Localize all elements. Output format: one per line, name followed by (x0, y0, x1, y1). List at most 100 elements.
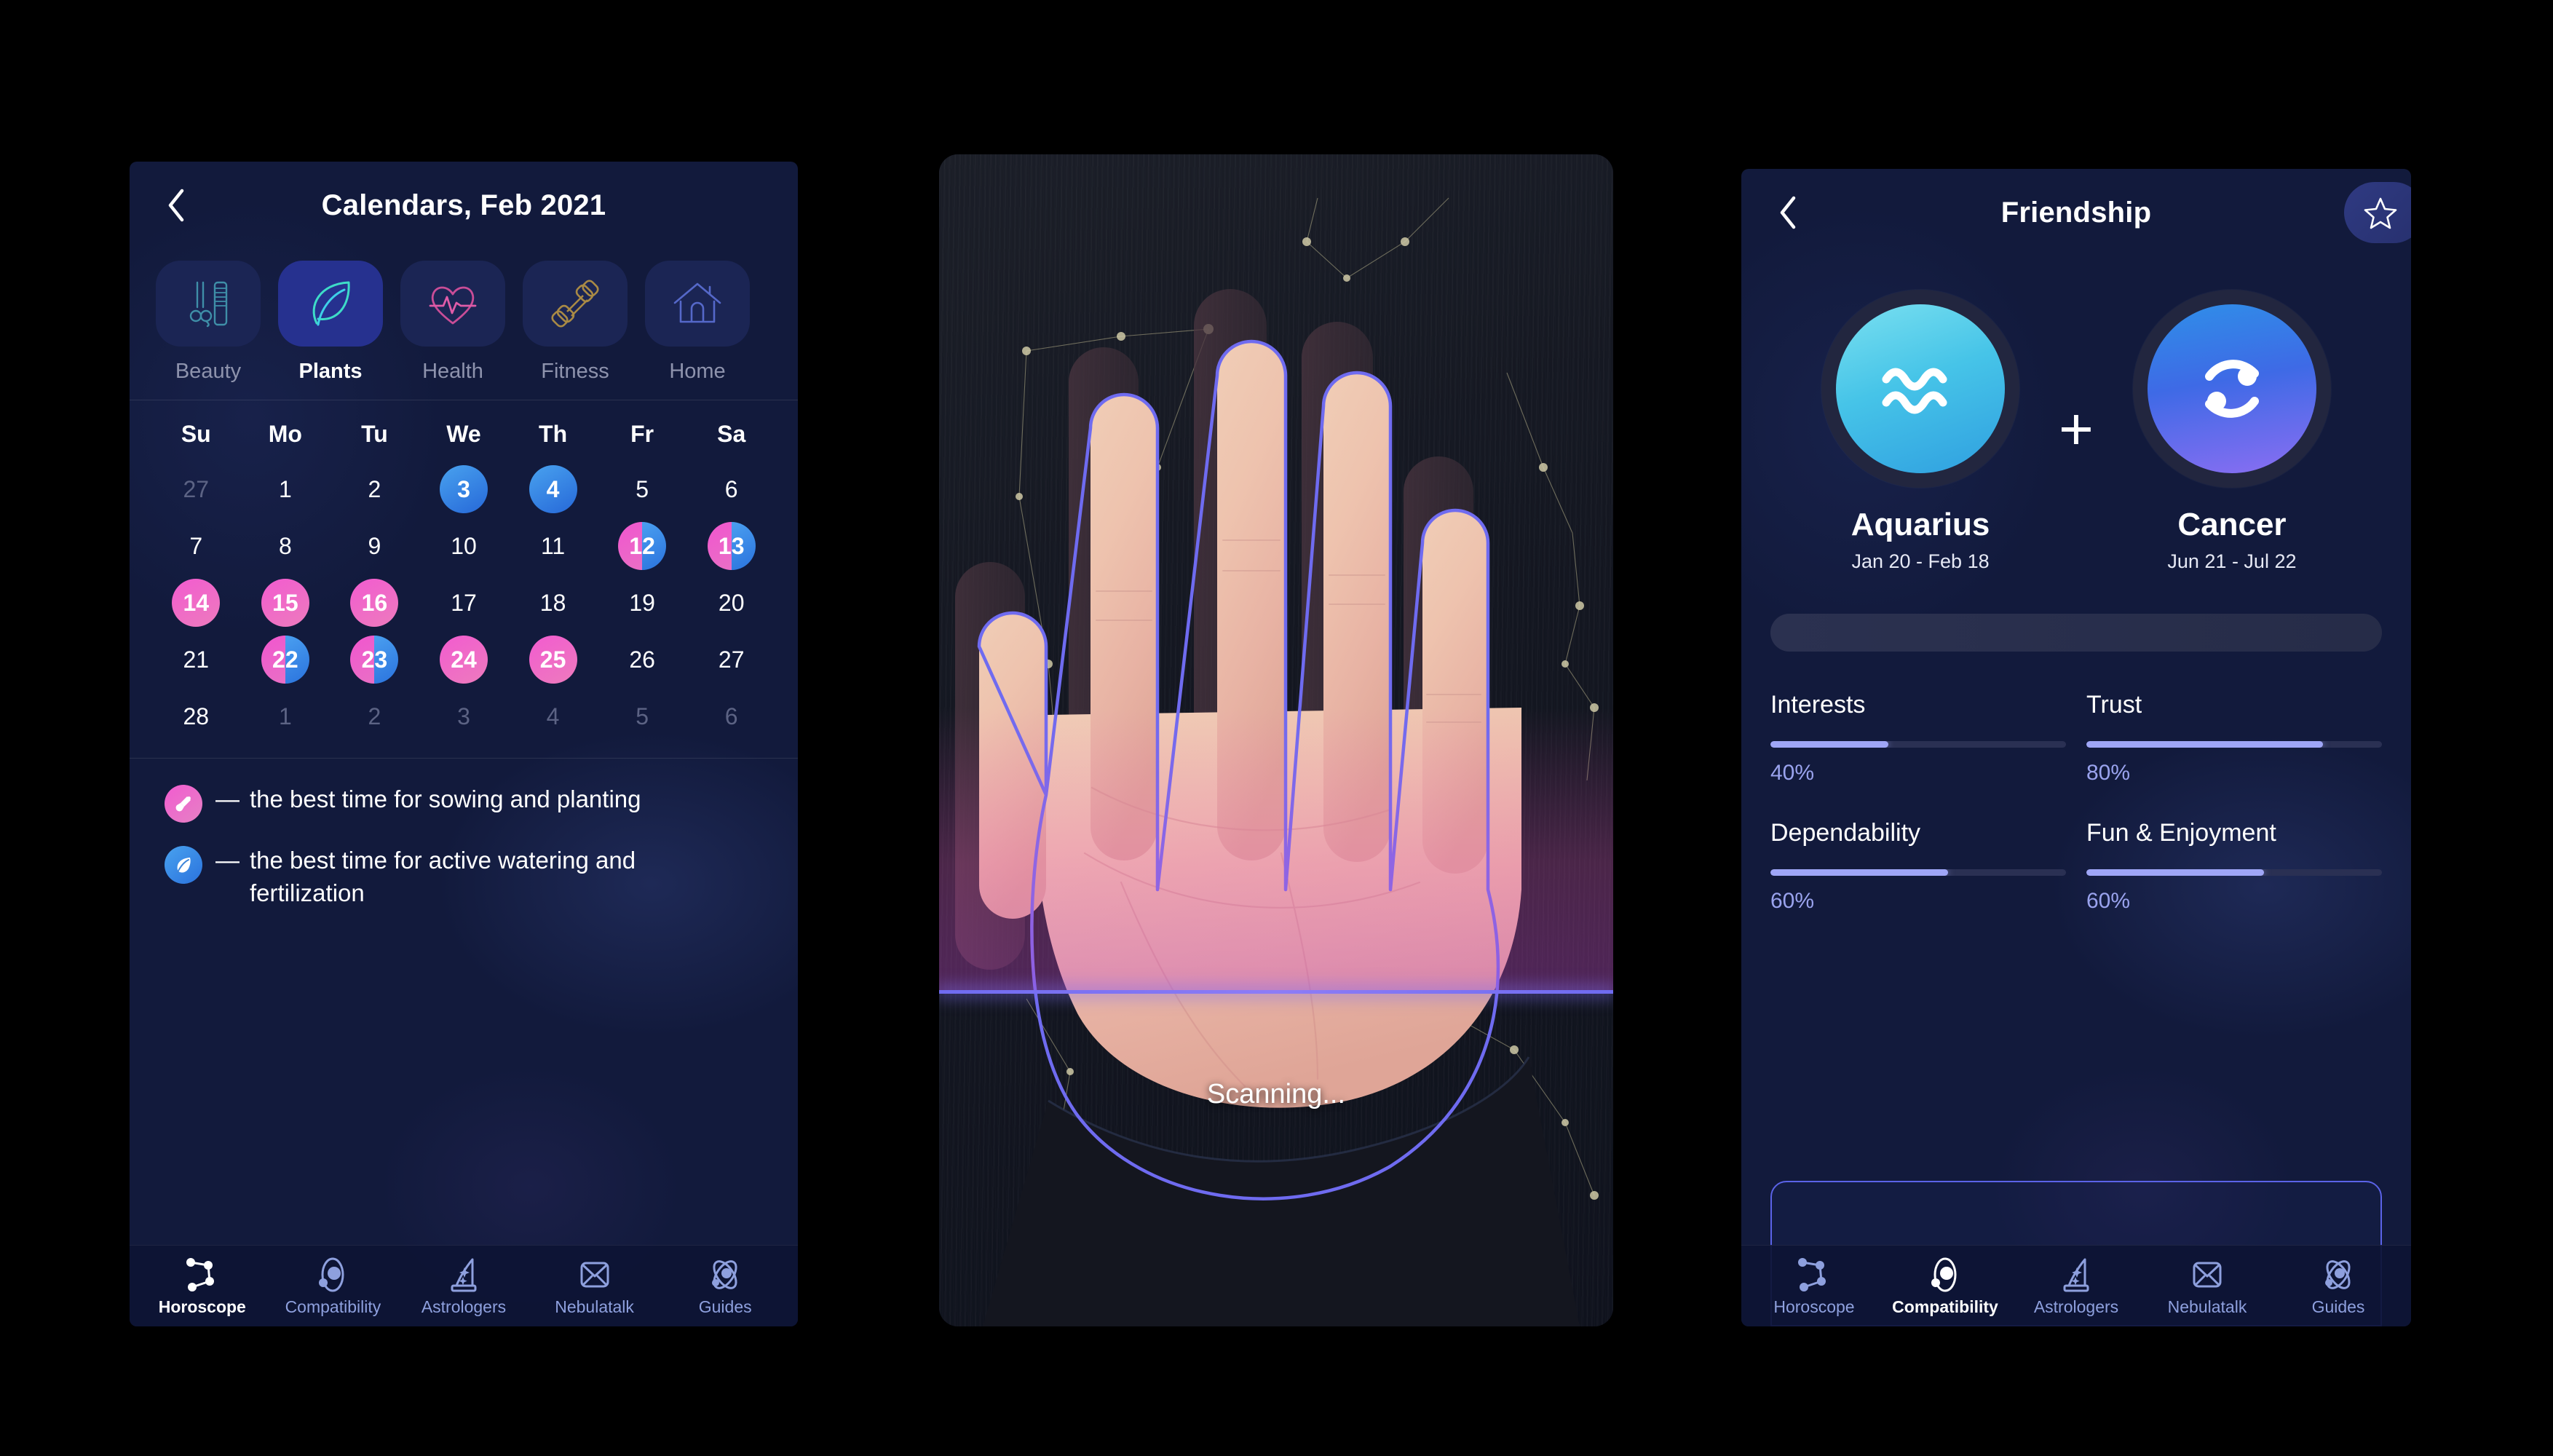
scissors-comb-icon (189, 281, 228, 328)
calendar-day[interactable]: 26 (618, 636, 666, 684)
category-health[interactable]: Health (400, 261, 505, 384)
tab-label: Horoscope (1773, 1297, 1855, 1316)
calendar-day[interactable]: 3 (440, 692, 488, 740)
category-fitness[interactable]: Fitness (523, 261, 628, 384)
calendar-day[interactable]: 16 (350, 579, 399, 627)
weekday-label: We (446, 421, 481, 447)
category-tile (645, 261, 750, 347)
legend-badge (165, 785, 202, 823)
bottom-tabbar[interactable]: Horoscope Compatibility Astrologers Nebulat… (1741, 1245, 2411, 1326)
calendar-cell: 26 (598, 631, 687, 688)
category-tile (156, 261, 261, 347)
calendar-cell: 11 (508, 518, 598, 574)
back-button[interactable] (1768, 192, 1808, 233)
calendar-day[interactable]: 13 (707, 522, 756, 570)
calendar-day[interactable]: 22 (261, 636, 309, 684)
tab-horoscope[interactable]: Horoscope (137, 1255, 268, 1317)
calendar-cell: 27 (686, 631, 776, 688)
zodiac-name: Aquarius (1851, 507, 1990, 542)
calendar-cell: 8 (241, 518, 330, 574)
envelope-icon (529, 1255, 660, 1294)
calendar-cell: 24 (419, 631, 509, 688)
weekday-label: Sa (717, 421, 746, 447)
tab-label: Guides (2311, 1297, 2365, 1316)
calendar-day[interactable]: 5 (618, 465, 666, 513)
category-beauty[interactable]: Beauty (156, 261, 261, 384)
bottom-tabbar[interactable]: Horoscope Compatibility Astrologers Nebulat… (130, 1245, 798, 1326)
calendar-day[interactable]: 28 (172, 692, 220, 740)
calendar-day[interactable]: 7 (172, 522, 220, 570)
tab-label: Guides (698, 1297, 752, 1316)
stat-value: 60% (2086, 889, 2131, 913)
zodiac-ring (1821, 290, 2020, 488)
calendar-day[interactable]: 6 (708, 465, 756, 513)
tab-horoscope[interactable]: Horoscope (1749, 1255, 1880, 1317)
calendar-day[interactable]: 3 (439, 465, 488, 513)
calendar-day[interactable]: 10 (440, 522, 488, 570)
legend-text: the best time for sowing and planting (250, 786, 641, 812)
category-home[interactable]: Home (645, 261, 750, 384)
stat-item: Dependability 60% (1770, 819, 2066, 914)
calendar-day[interactable]: 17 (440, 579, 488, 627)
tab-label: Astrologers (2033, 1297, 2119, 1316)
calendar-day[interactable]: 27 (172, 465, 220, 513)
zodiac-sign-left[interactable]: Aquarius Jan 20 - Feb 18 (1811, 290, 2030, 573)
stat-progress-bar (2086, 869, 2382, 876)
calendar-day[interactable]: 11 (529, 522, 577, 570)
calendar-cell: 19 (598, 574, 687, 631)
calendar-day[interactable]: 20 (708, 579, 756, 627)
calendar-day[interactable]: 23 (350, 636, 399, 684)
calendar-cell: 9 (330, 518, 419, 574)
tab-compatibility[interactable]: Compatibility (268, 1255, 399, 1317)
back-button[interactable] (156, 185, 197, 226)
calendar-day[interactable]: 6 (708, 692, 756, 740)
calendar-day[interactable]: 21 (172, 636, 220, 684)
leaf-icon (177, 858, 191, 873)
calendar-day[interactable]: 2 (350, 692, 398, 740)
zodiac-name: Cancer (2177, 507, 2287, 542)
favorite-button[interactable] (2344, 182, 2411, 243)
tab-nebulatalk[interactable]: Nebulatalk (529, 1255, 660, 1317)
zodiac-sign-right[interactable]: Cancer Jun 21 - Jul 22 (2123, 290, 2341, 573)
palm-scan-screen: Scanning... (939, 154, 1613, 1326)
tab-label: Compatibility (285, 1297, 381, 1316)
legend-item: — the best time for active watering and … (165, 844, 776, 909)
category-plants[interactable]: Plants (278, 261, 383, 384)
tab-astrologers[interactable]: Astrologers (398, 1255, 529, 1317)
calendar-day[interactable]: 4 (529, 692, 577, 740)
calendar-day[interactable]: 18 (529, 579, 577, 627)
tab-astrologers[interactable]: Astrologers (2011, 1255, 2142, 1317)
calendar-day[interactable]: 9 (350, 522, 398, 570)
calendar-day[interactable]: 27 (708, 636, 756, 684)
compatibility-screen: Friendship Aquarius Jan 20 - Feb 18 + Ca… (1741, 169, 2411, 1326)
stat-item: Fun & Enjoyment 60% (2086, 819, 2382, 914)
calendar-week-row: 7 8 9 10 11 12 13 (151, 518, 776, 574)
weekday-label: Th (539, 421, 568, 447)
calendar-day[interactable]: 24 (439, 636, 488, 684)
planet-orbit-icon (1880, 1255, 2011, 1294)
calendar-day[interactable]: 8 (261, 522, 309, 570)
calendar-day[interactable]: 2 (350, 465, 398, 513)
category-strip[interactable]: Beauty Plants Health Fitness Home (130, 249, 798, 384)
tab-nebulatalk[interactable]: Nebulatalk (2142, 1255, 2273, 1317)
calendar-cell: 12 (598, 518, 687, 574)
calendar-day[interactable]: 15 (261, 579, 309, 627)
plus-symbol: + (2059, 395, 2094, 462)
category-label: Fitness (541, 360, 609, 383)
tab-guides[interactable]: Guides (660, 1255, 791, 1317)
tab-guides[interactable]: Guides (2273, 1255, 2404, 1317)
tab-compatibility[interactable]: Compatibility (1880, 1255, 2011, 1317)
constellation-icon (137, 1255, 268, 1294)
calendar-cell: 2 (330, 688, 419, 745)
loading-placeholder-bar (1770, 614, 2382, 652)
calendar-day[interactable]: 5 (618, 692, 666, 740)
calendar-day[interactable]: 19 (618, 579, 666, 627)
tab-label: Nebulatalk (555, 1297, 634, 1316)
calendar-day[interactable]: 25 (529, 636, 577, 684)
calendar-day[interactable]: 1 (261, 465, 309, 513)
calendar-day[interactable]: 12 (618, 522, 667, 570)
legend-text: the best time for active watering and fe… (250, 847, 636, 906)
calendar-day[interactable]: 14 (172, 579, 221, 627)
calendar-day[interactable]: 1 (261, 692, 309, 740)
calendar-day[interactable]: 4 (529, 465, 577, 513)
